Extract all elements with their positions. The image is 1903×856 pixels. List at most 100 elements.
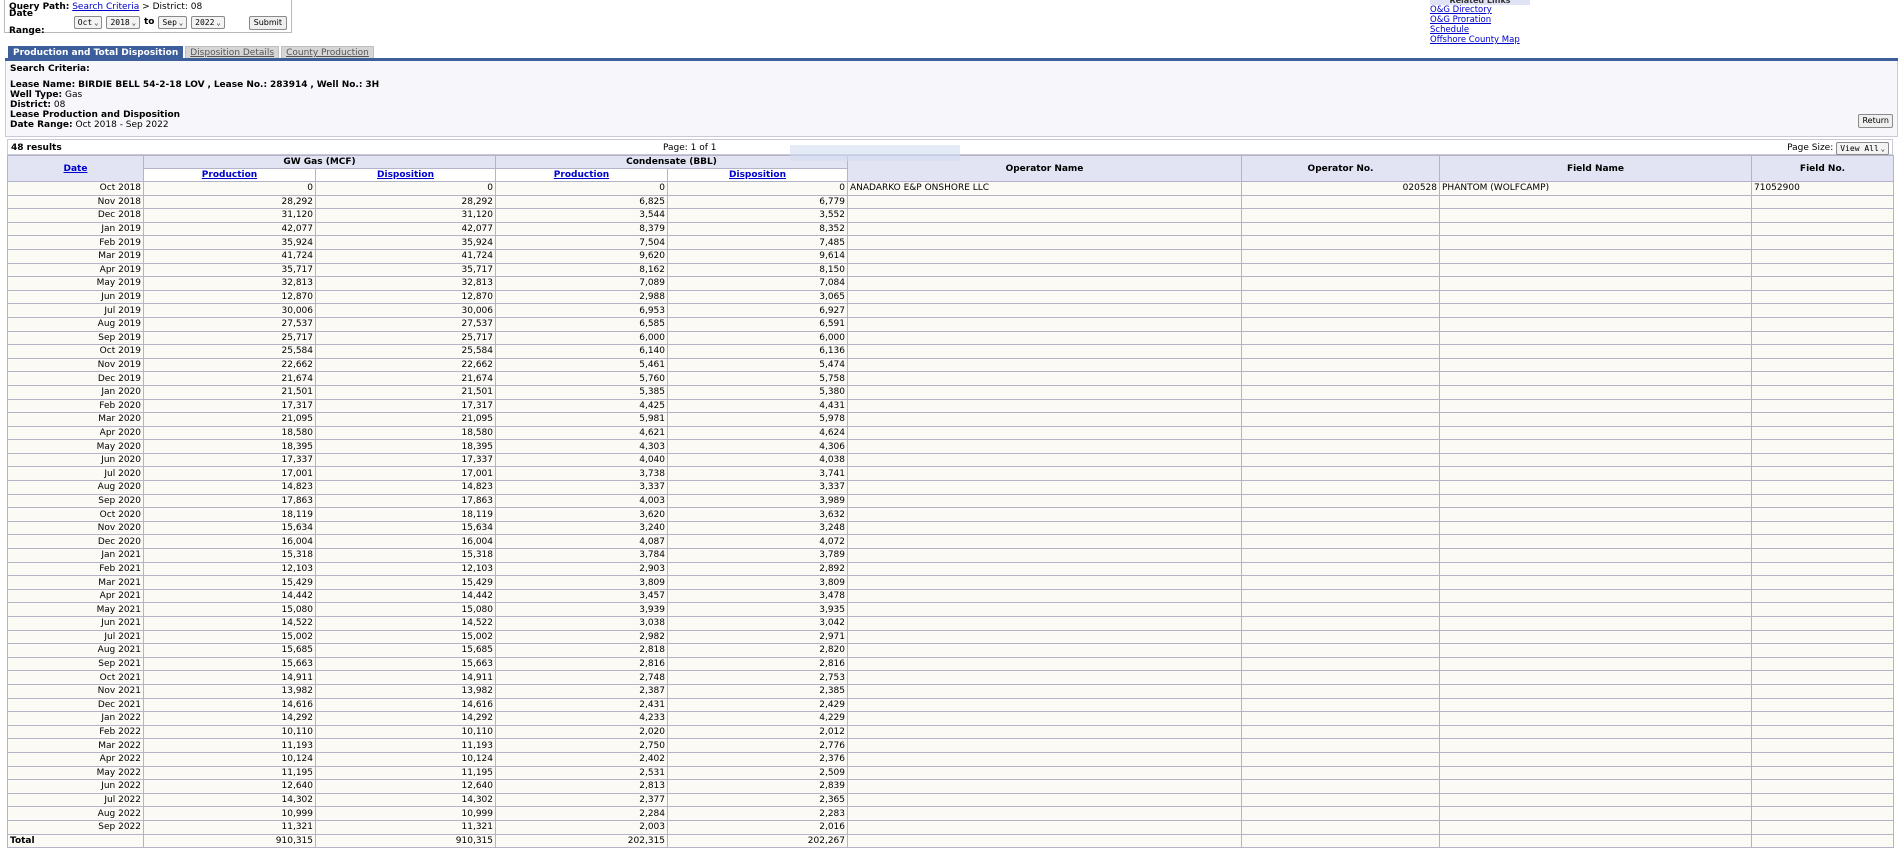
table-cell: 14,911 xyxy=(143,670,316,685)
col-date[interactable]: Date xyxy=(7,155,144,182)
table-cell: 14,292 xyxy=(315,711,496,726)
table-row: Dec 2019 21,674 21,674 5,760 5,758 xyxy=(7,371,1894,386)
table-cell xyxy=(847,670,1242,685)
lease-name-value: BIRDIE BELL 54-2-18 LOV xyxy=(78,80,205,90)
table-cell xyxy=(1439,466,1752,482)
table-cell xyxy=(847,656,1242,672)
page-size-label: Page Size: xyxy=(1787,143,1834,153)
table-cell xyxy=(1751,711,1894,726)
table-cell xyxy=(1241,724,1440,740)
sort-gas-disposition-link[interactable]: Disposition xyxy=(377,170,434,180)
search-criteria-link[interactable]: Search Criteria xyxy=(72,2,139,12)
table-cell: 3,337 xyxy=(495,480,668,495)
table-cell xyxy=(1439,493,1752,509)
table-cell xyxy=(1241,480,1440,495)
table-cell xyxy=(1439,670,1752,685)
return-button[interactable]: Return xyxy=(1858,114,1893,128)
table-cell: 12,640 xyxy=(315,779,496,794)
criteria-date-range-line: Date Range: Oct 2018 - Sep 2022 xyxy=(10,120,1893,130)
table-cell xyxy=(1439,738,1752,753)
table-cell: May 2021 xyxy=(7,602,144,617)
table-cell: 11,193 xyxy=(315,738,496,753)
table-cell: 15,663 xyxy=(143,656,316,672)
col-cond-disposition[interactable]: Disposition xyxy=(667,168,848,182)
table-cell xyxy=(1241,670,1440,685)
table-cell: 3,478 xyxy=(667,588,848,604)
table-cell xyxy=(847,235,1242,250)
table-cell xyxy=(1751,507,1894,522)
chevron-down-icon: ⌄ xyxy=(94,19,99,27)
table-cell: 6,779 xyxy=(667,194,848,210)
table-cell xyxy=(1439,724,1752,740)
table-cell xyxy=(1241,602,1440,617)
table-cell: 32,813 xyxy=(143,276,316,291)
table-cell xyxy=(1751,425,1894,441)
to-year-select[interactable]: 2022 ⌄ xyxy=(191,16,225,29)
table-cell xyxy=(1751,792,1894,808)
table-cell xyxy=(1439,384,1752,400)
table-cell xyxy=(1439,412,1752,427)
district-line: District: 08 xyxy=(10,100,1893,110)
total-cell: 910,315 xyxy=(315,833,496,849)
from-month-select[interactable]: Oct ⌄ xyxy=(73,16,103,29)
table-cell xyxy=(1751,534,1894,550)
table-cell xyxy=(1439,602,1752,617)
to-month-select[interactable]: Sep ⌄ xyxy=(158,16,188,29)
lease-no-label: Lease No.: xyxy=(213,80,268,90)
table-cell xyxy=(1241,751,1440,767)
table-row: Feb 2022 10,110 10,110 2,020 2,012 xyxy=(7,724,1894,740)
col-gas-production[interactable]: Production xyxy=(143,168,316,182)
table-cell: 9,614 xyxy=(667,248,848,264)
table-cell xyxy=(847,276,1242,291)
og-directory-link[interactable]: O&G Directory xyxy=(1430,5,1530,15)
col-operator-no: Operator No. xyxy=(1241,155,1440,182)
table-row: Jan 2019 42,077 42,077 8,379 8,352 xyxy=(7,221,1894,237)
table-cell: 15,080 xyxy=(315,602,496,617)
total-cell: 910,315 xyxy=(143,833,316,849)
table-cell: 5,474 xyxy=(667,357,848,373)
table-cell: 25,717 xyxy=(143,330,316,346)
table-body: Oct 2018 0 0 0 0 ANADARKO E&P ONSHORE LLC 0205… xyxy=(7,181,1894,849)
table-cell: 14,302 xyxy=(315,792,496,808)
table-cell: Aug 2022 xyxy=(7,806,144,821)
table-cell xyxy=(1751,724,1894,740)
submit-button[interactable]: Submit xyxy=(248,15,287,30)
table-cell: 35,924 xyxy=(315,235,496,250)
table-cell: 25,584 xyxy=(315,344,496,359)
table-cell xyxy=(1439,751,1752,767)
table-row: Aug 2020 14,823 14,823 3,337 3,337 xyxy=(7,480,1894,495)
table-cell: 15,429 xyxy=(315,575,496,590)
table-cell: 4,431 xyxy=(667,398,848,414)
from-year-select[interactable]: 2018 ⌄ xyxy=(106,16,140,29)
sort-date-link[interactable]: Date xyxy=(64,164,88,174)
table-cell xyxy=(847,412,1242,427)
total-cell xyxy=(1439,833,1752,849)
table-cell xyxy=(847,575,1242,590)
table-cell: 4,003 xyxy=(495,493,668,509)
table-cell: 30,006 xyxy=(143,303,316,318)
table-row: Apr 2022 10,124 10,124 2,402 2,376 xyxy=(7,751,1894,767)
table-cell: 2,748 xyxy=(495,670,668,685)
sort-gas-production-link[interactable]: Production xyxy=(202,170,257,180)
sort-cond-production-link[interactable]: Production xyxy=(554,170,609,180)
well-type-line: Well Type: Gas xyxy=(10,90,1893,100)
offshore-county-map-link[interactable]: Offshore County Map xyxy=(1430,35,1530,45)
col-cond-production[interactable]: Production xyxy=(495,168,668,182)
table-cell: 15,685 xyxy=(143,643,316,658)
table-cell: PHANTOM (WOLFCAMP) xyxy=(1439,181,1752,196)
table-cell: 5,981 xyxy=(495,412,668,427)
table-cell xyxy=(1751,330,1894,346)
table-cell: 3,248 xyxy=(667,520,848,536)
table-cell: 7,485 xyxy=(667,235,848,250)
sort-cond-disposition-link[interactable]: Disposition xyxy=(729,170,786,180)
table-row: Oct 2019 25,584 25,584 6,140 6,136 xyxy=(7,344,1894,359)
table-cell xyxy=(847,344,1242,359)
table-cell xyxy=(847,384,1242,400)
col-gas-disposition[interactable]: Disposition xyxy=(315,168,496,182)
chevron-down-icon: ⌄ xyxy=(1880,144,1885,153)
table-cell: 10,999 xyxy=(143,806,316,821)
og-proration-schedule-link[interactable]: O&G Proration Schedule xyxy=(1430,15,1530,35)
table-cell: ANADARKO E&P ONSHORE LLC xyxy=(847,181,1242,196)
table-cell xyxy=(847,371,1242,386)
page-size-select[interactable]: View All ⌄ xyxy=(1836,141,1889,155)
